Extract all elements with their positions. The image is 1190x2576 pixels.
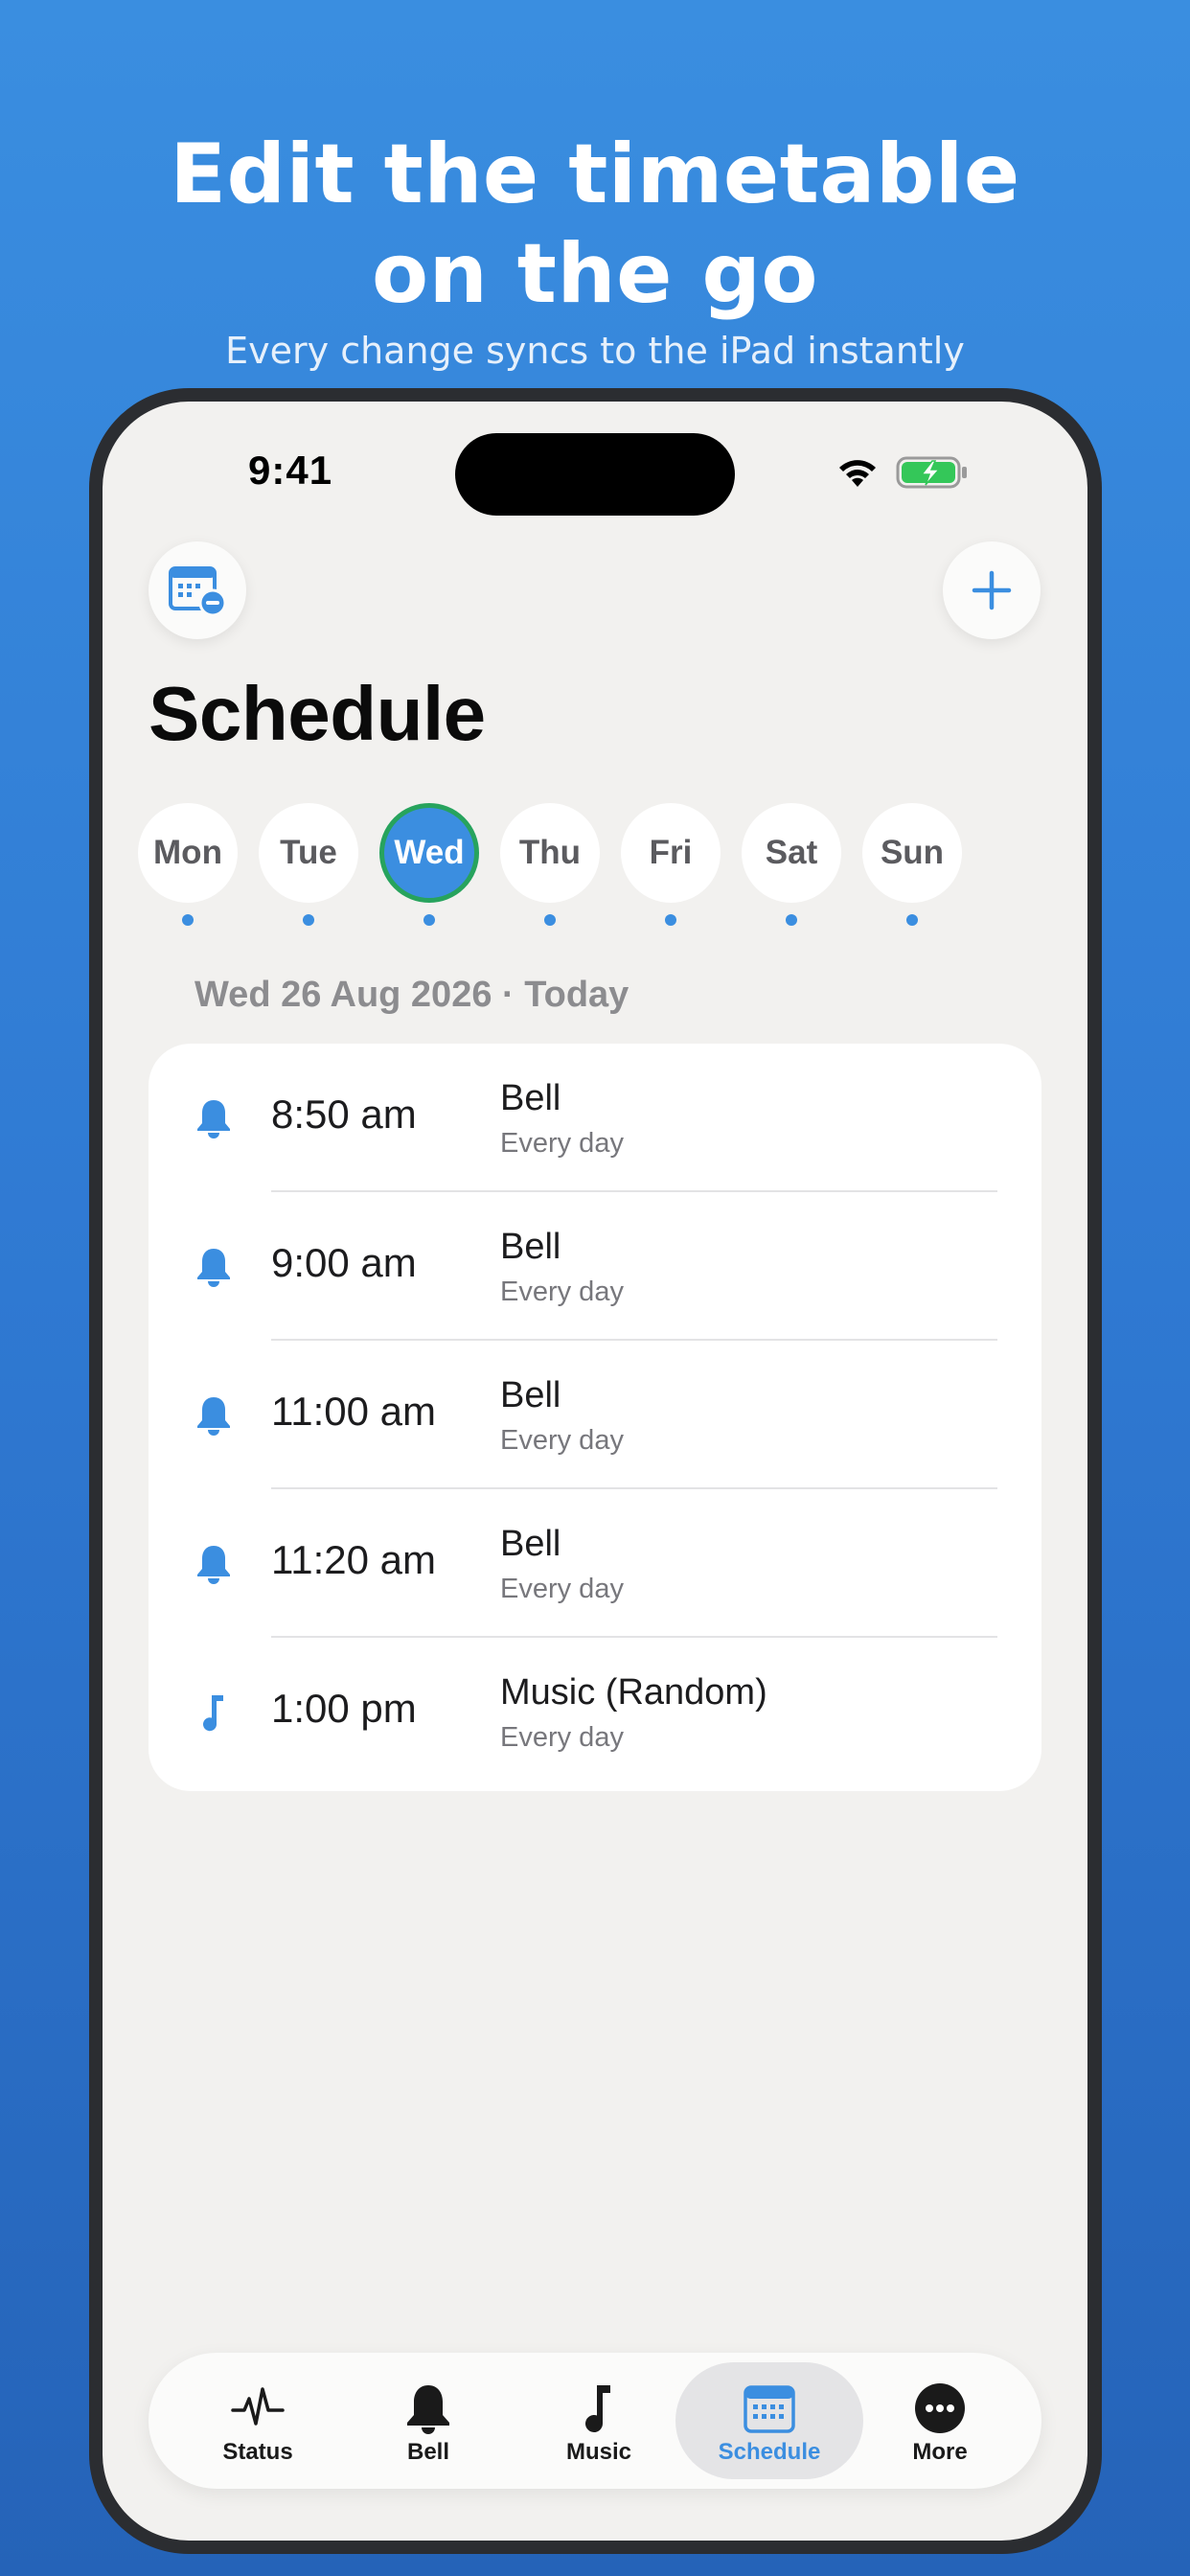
day-tue[interactable]: Tue [259,803,358,903]
tab-label: Schedule [718,2439,821,2465]
event-time: 8:50 am [271,1092,417,1137]
waveform-icon [231,2387,285,2426]
wifi-icon [839,460,876,487]
event-repeat: Every day [500,1425,624,1456]
event-row[interactable]: 1:00 pm Music (Random) Every day [149,1638,1041,1786]
tab-bar: Status Bell Music Schedule More [149,2353,1041,2489]
events-list: 8:50 am Bell Every day 9:00 am Bell Ever… [149,1044,1041,1791]
day-sun-event-dot [906,914,918,926]
more-icon [915,2383,965,2433]
tab-schedule[interactable]: Schedule [675,2362,863,2479]
tab-status[interactable]: Status [164,2362,352,2479]
promo-title: Edit the timetable on the go [0,125,1190,324]
battery-charging-icon [896,456,967,489]
event-row[interactable]: 8:50 am Bell Every day [149,1044,1041,1192]
bell-icon [407,2385,449,2434]
day-sun[interactable]: Sun [862,803,962,903]
event-title: Bell [500,1227,561,1267]
music-note-icon [203,1695,223,1732]
event-row[interactable]: 11:20 am Bell Every day [149,1489,1041,1638]
plus-icon [972,570,1012,610]
day-fri[interactable]: Fri [621,803,721,903]
day-mon-event-dot [182,914,194,926]
calendar-minus-icon [169,566,227,617]
calendar-icon [744,2385,795,2433]
status-bar-time: 9:41 [248,448,333,493]
promo-title-line1: Edit the timetable [170,126,1020,222]
event-row[interactable]: 11:00 am Bell Every day [149,1341,1041,1489]
tab-more[interactable]: More [846,2362,1034,2479]
day-tue-event-dot [303,914,314,926]
date-header: Wed 26 Aug 2026 · Today [195,975,629,1015]
bell-icon [197,1100,230,1138]
event-repeat: Every day [500,1128,624,1159]
event-repeat: Every day [500,1276,624,1307]
event-time: 11:00 am [271,1389,436,1434]
event-title: Bell [500,1375,561,1415]
page-title: Schedule [149,671,486,756]
promo-subtitle: Every change syncs to the iPad instantly [225,330,965,372]
day-mon[interactable]: Mon [138,803,238,903]
dynamic-island [455,433,735,516]
event-title: Bell [500,1078,561,1118]
day-fri-event-dot [665,914,676,926]
day-wed-event-dot [423,914,435,926]
day-thu-event-dot [544,914,556,926]
tab-music[interactable]: Music [505,2362,693,2479]
event-repeat: Every day [500,1722,624,1753]
tab-label: Status [222,2439,293,2465]
event-title: Music (Random) [500,1672,767,1713]
event-row[interactable]: 9:00 am Bell Every day [149,1192,1041,1341]
bell-icon [197,1546,230,1584]
music-note-icon [585,2385,610,2432]
event-time: 1:00 pm [271,1686,417,1731]
day-thu[interactable]: Thu [500,803,600,903]
phone-screen: 9:41 Schedule Mon Tue Wed Thu Fri Sat Su… [103,402,1087,2541]
day-sat[interactable]: Sat [742,803,841,903]
day-wed[interactable]: Wed [379,803,479,903]
event-time: 11:20 am [271,1537,436,1582]
calendar-minus-button[interactable] [149,541,246,639]
day-sat-event-dot [786,914,797,926]
tab-bell[interactable]: Bell [334,2362,522,2479]
event-title: Bell [500,1524,561,1564]
add-button[interactable] [943,541,1041,639]
promo-title-line2: on the go [372,226,818,322]
bell-icon [197,1397,230,1436]
tab-label: More [912,2439,968,2465]
event-repeat: Every day [500,1574,624,1604]
tab-label: Bell [406,2439,449,2465]
tab-label: Music [565,2439,631,2465]
event-time: 9:00 am [271,1240,417,1285]
bell-icon [197,1249,230,1287]
